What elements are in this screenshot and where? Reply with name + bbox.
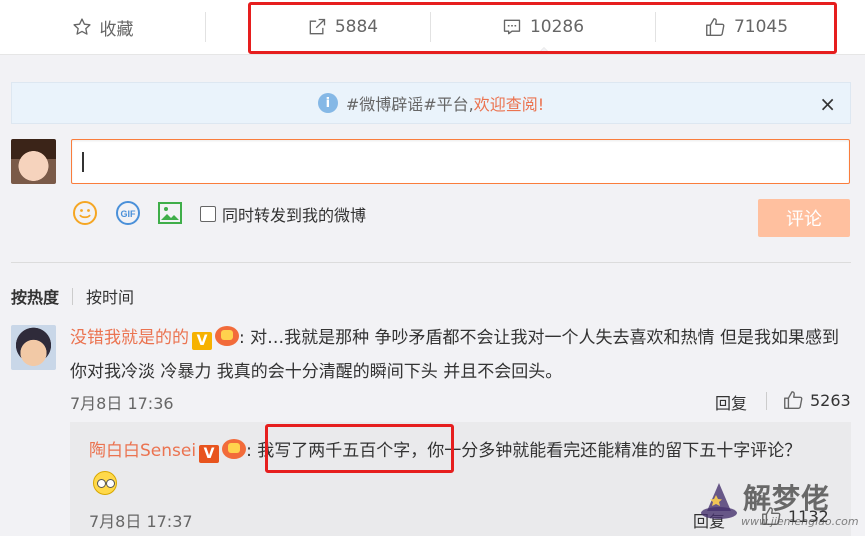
verified-badge: V <box>199 445 220 463</box>
divider <box>766 392 767 410</box>
watermark-title: 解梦佬 <box>743 482 831 515</box>
comment-body: 没错我就是的的 V: 对…我就是那种 争吵矛盾都不会让我对一个人失去喜欢和热情 但… <box>70 321 855 389</box>
divider <box>11 262 851 263</box>
image-icon[interactable] <box>157 200 183 226</box>
comment-sort-tabs: 按热度 按时间 <box>11 284 134 308</box>
thumbs-up-icon <box>784 391 803 409</box>
verified-badge: V <box>192 332 212 350</box>
comment-like-count: 5263 <box>810 390 851 410</box>
reply-username[interactable]: 陶白白Sensei <box>89 441 196 461</box>
reply-timestamp: 7月8日 17:37 <box>89 512 193 531</box>
watermark-url: www.jiemenglao.com <box>741 515 859 528</box>
star-icon <box>72 18 91 35</box>
repost-checkbox[interactable]: 同时转发到我的微博 <box>200 202 366 226</box>
avatar[interactable] <box>11 139 56 184</box>
site-watermark: 解梦佬 www.jiemenglao.com <box>695 475 860 533</box>
checkbox-box[interactable] <box>200 206 216 222</box>
member-badge-icon <box>215 326 239 346</box>
notice-text: #微博辟谣#平台, <box>345 95 474 114</box>
highlight-box-quote <box>265 424 454 473</box>
weibo-post-footer: 收藏 5884 10286 71045 i #微博辟谣#平台, 欢迎查阅! × <box>0 0 865 536</box>
tab-sort-hot[interactable]: 按热度 <box>11 284 59 308</box>
sunglasses-emoji-icon <box>93 471 117 495</box>
notice-link[interactable]: 欢迎查阅! <box>474 91 544 115</box>
repost-checkbox-label: 同时转发到我的微博 <box>222 206 367 225</box>
reply-button[interactable]: 回复 <box>715 390 747 414</box>
highlight-box-stats <box>248 2 837 54</box>
submit-comment-button[interactable]: 评论 <box>758 199 850 237</box>
info-icon: i <box>317 93 338 113</box>
close-icon[interactable]: × <box>819 92 836 116</box>
favorite-label: 收藏 <box>99 19 134 40</box>
divider <box>72 287 74 305</box>
favorite-button[interactable]: 收藏 <box>0 0 205 54</box>
comment-like-button[interactable]: 5263 <box>782 389 851 411</box>
comment-input[interactable] <box>71 139 850 184</box>
avatar[interactable] <box>11 325 56 370</box>
tab-sort-time[interactable]: 按时间 <box>86 284 134 308</box>
text-cursor <box>82 152 84 172</box>
emoji-icon[interactable] <box>72 200 98 226</box>
gif-label: GIF <box>121 209 137 219</box>
divider <box>205 12 206 42</box>
member-badge-icon <box>222 439 247 459</box>
comment-timestamp: 7月8日 17:36 <box>70 394 174 413</box>
rumor-notice-banner: i #微博辟谣#平台, 欢迎查阅! × <box>11 82 851 124</box>
comment-username[interactable]: 没错我就是的的 <box>70 328 189 348</box>
wizard-hat-icon <box>701 483 737 519</box>
gif-icon[interactable]: GIF <box>115 200 141 226</box>
